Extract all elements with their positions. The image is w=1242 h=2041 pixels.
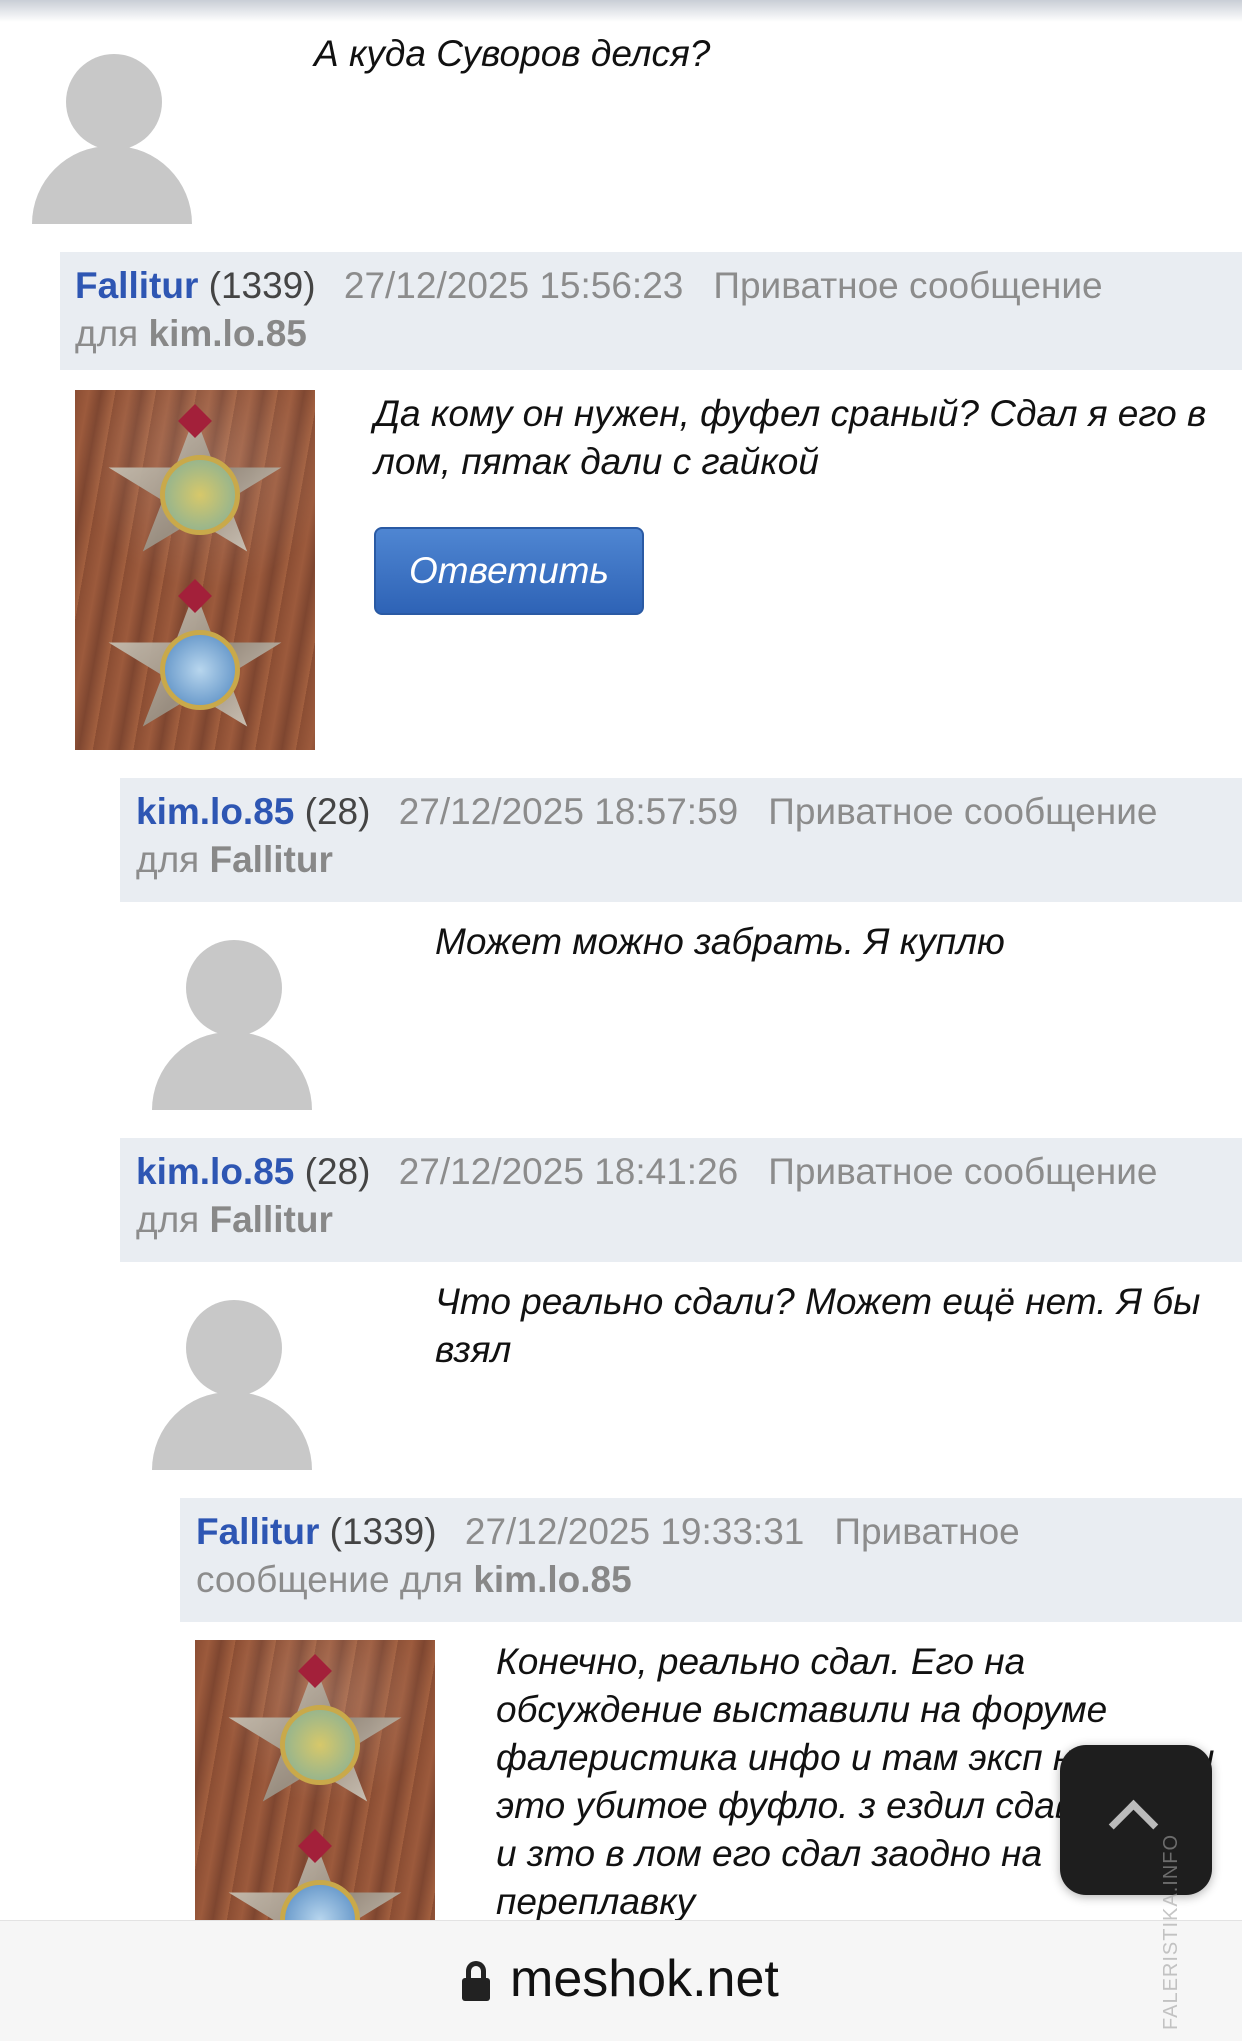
private-message-link[interactable]: Приватное сообщение — [768, 1151, 1157, 1192]
watermark: FALERISTIKA.INFO — [1160, 1833, 1182, 2030]
post-header: kim.lo.85 (28) 27/12/2025 18:57:59 Приват… — [120, 778, 1242, 902]
reply-button[interactable]: Ответить — [374, 527, 644, 615]
user-rating: (1339) — [208, 265, 316, 306]
message-text: А куда Суворов делся? — [314, 33, 711, 74]
for-label: для — [75, 313, 139, 354]
post-header: Fallitur (1339) 27/12/2025 15:56:23 Прива… — [60, 252, 1242, 370]
recipient-name[interactable]: kim.lo.85 — [473, 1559, 631, 1600]
username-link[interactable]: Fallitur — [196, 1511, 319, 1552]
username-link[interactable]: kim.lo.85 — [136, 1151, 294, 1192]
post-date: 27/12/2025 18:41:26 — [398, 1151, 739, 1192]
private-message-link[interactable]: Приватное — [834, 1511, 1019, 1552]
post-image[interactable] — [75, 390, 315, 750]
url-domain: meshok.net — [510, 1950, 779, 2008]
message-text: Может можно забрать. Я куплю — [435, 921, 1005, 962]
username-link[interactable]: kim.lo.85 — [136, 791, 294, 832]
post-date: 27/12/2025 15:56:23 — [343, 265, 684, 306]
recipient-name[interactable]: Fallitur — [210, 839, 333, 880]
post-header: Fallitur (1339) 27/12/2025 19:33:31 Прива… — [180, 1498, 1242, 1622]
post-date: 27/12/2025 18:57:59 — [398, 791, 739, 832]
chevron-up-icon — [1108, 1799, 1159, 1850]
for-label: для — [136, 839, 200, 880]
recipient-name[interactable]: Fallitur — [210, 1199, 333, 1240]
post-date: 27/12/2025 19:33:31 — [464, 1511, 805, 1552]
private-message-link-cont[interactable]: сообщение — [196, 1559, 390, 1600]
for-label: для — [399, 1559, 464, 1600]
user-rating: (28) — [304, 1151, 371, 1192]
avatar — [152, 1300, 312, 1470]
private-message-link[interactable]: Приватное сообщение — [768, 791, 1157, 832]
avatar — [152, 940, 312, 1110]
user-rating: (28) — [304, 791, 371, 832]
private-message-link[interactable]: Приватное сообщение — [713, 265, 1102, 306]
user-rating: (1339) — [329, 1511, 437, 1552]
top-shadow — [0, 0, 1242, 22]
message-text: Да кому он нужен, фуфел сраный? Сдал я е… — [374, 393, 1207, 482]
post-header: kim.lo.85 (28) 27/12/2025 18:41:26 Приват… — [120, 1138, 1242, 1262]
username-link[interactable]: Fallitur — [75, 265, 198, 306]
avatar — [32, 54, 192, 224]
browser-address-bar[interactable]: meshok.net — [0, 1920, 1242, 2041]
post-image[interactable] — [195, 1640, 435, 1930]
message-text: Что реально сдали? Может ещё нет. Я бы в… — [435, 1281, 1201, 1370]
for-label: для — [136, 1199, 200, 1240]
recipient-name[interactable]: kim.lo.85 — [149, 313, 307, 354]
lock-icon — [462, 1961, 490, 2001]
